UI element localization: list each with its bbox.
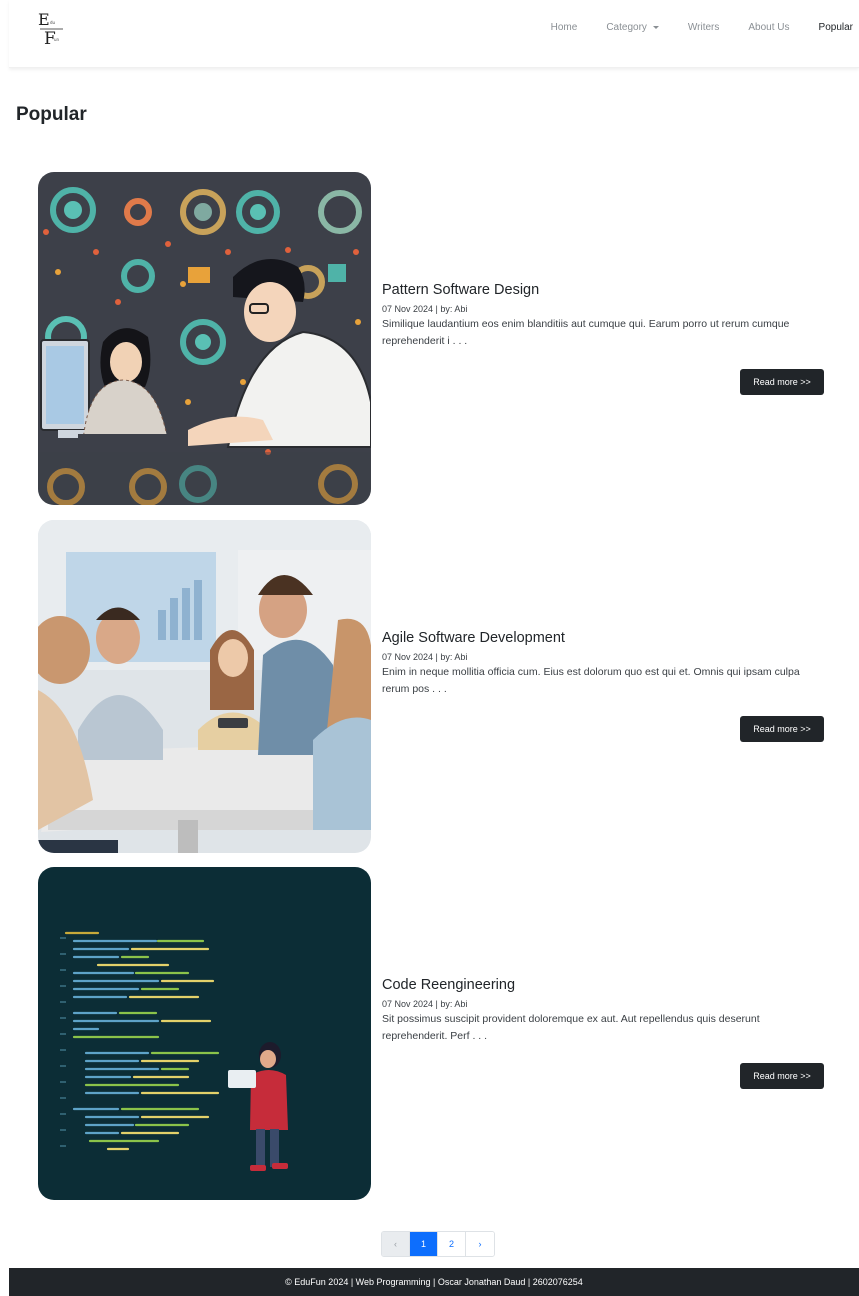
brand-logo[interactable]: E F du un xyxy=(37,8,71,49)
post-body: Agile Software Development 07 Nov 2024 |… xyxy=(382,628,828,698)
navbar: E F du un Home Category Writers About Us… xyxy=(9,0,859,68)
read-more-button[interactable]: Read more >> xyxy=(740,1063,824,1089)
pagination-next[interactable]: › xyxy=(466,1232,494,1256)
post-excerpt: Similique laudantium eos enim blanditiis… xyxy=(382,318,790,347)
nav-popular[interactable]: Popular xyxy=(819,22,853,33)
nav-category-label: Category xyxy=(606,21,647,33)
caret-down-icon xyxy=(652,25,659,29)
pagination: ‹ 1 2 › xyxy=(381,1231,495,1257)
nav-about-us[interactable]: About Us xyxy=(748,22,789,33)
svg-text:un: un xyxy=(54,37,60,42)
pagination-page-1[interactable]: 1 xyxy=(410,1232,438,1256)
footer-text: © EduFun 2024 | Web Programming | Oscar … xyxy=(285,1277,583,1287)
post-meta: 07 Nov 2024 | by: Abi xyxy=(382,304,468,314)
post-card: Agile Software Development 07 Nov 2024 |… xyxy=(38,520,828,853)
read-more-button[interactable]: Read more >> xyxy=(740,369,824,395)
post-card: Code Reengineering 07 Nov 2024 | by: Abi… xyxy=(38,867,828,1200)
post-body: Pattern Software Design 07 Nov 2024 | by… xyxy=(382,280,828,350)
nav-home[interactable]: Home xyxy=(551,22,578,33)
svg-text:E: E xyxy=(38,10,50,29)
post-card: Pattern Software Design 07 Nov 2024 | by… xyxy=(38,172,828,505)
post-body: Code Reengineering 07 Nov 2024 | by: Abi… xyxy=(382,975,828,1045)
post-image-agile-development[interactable] xyxy=(38,520,371,853)
post-image-pattern-design[interactable] xyxy=(38,172,371,505)
post-meta: 07 Nov 2024 | by: Abi xyxy=(382,999,468,1009)
footer: © EduFun 2024 | Web Programming | Oscar … xyxy=(9,1268,859,1296)
nav-writers[interactable]: Writers xyxy=(688,22,719,33)
page-title: Popular xyxy=(16,104,87,125)
post-excerpt: Enim in neque mollitia officia cum. Eius… xyxy=(382,666,800,695)
post-excerpt: Sit possimus suscipit provident doloremq… xyxy=(382,1013,760,1042)
post-image-code-reengineering[interactable] xyxy=(38,867,371,1200)
read-more-button[interactable]: Read more >> xyxy=(740,716,824,742)
post-meta: 07 Nov 2024 | by: Abi xyxy=(382,652,468,662)
nav-category-dropdown[interactable]: Category xyxy=(606,22,659,33)
post-title[interactable]: Code Reengineering xyxy=(382,975,828,995)
post-title[interactable]: Pattern Software Design xyxy=(382,280,828,300)
pagination-prev[interactable]: ‹ xyxy=(382,1232,410,1256)
pagination-page-2[interactable]: 2 xyxy=(438,1232,466,1256)
svg-text:du: du xyxy=(50,20,56,25)
post-title[interactable]: Agile Software Development xyxy=(382,628,828,648)
nav-links: Home Category Writers About Us Popular xyxy=(522,20,853,34)
